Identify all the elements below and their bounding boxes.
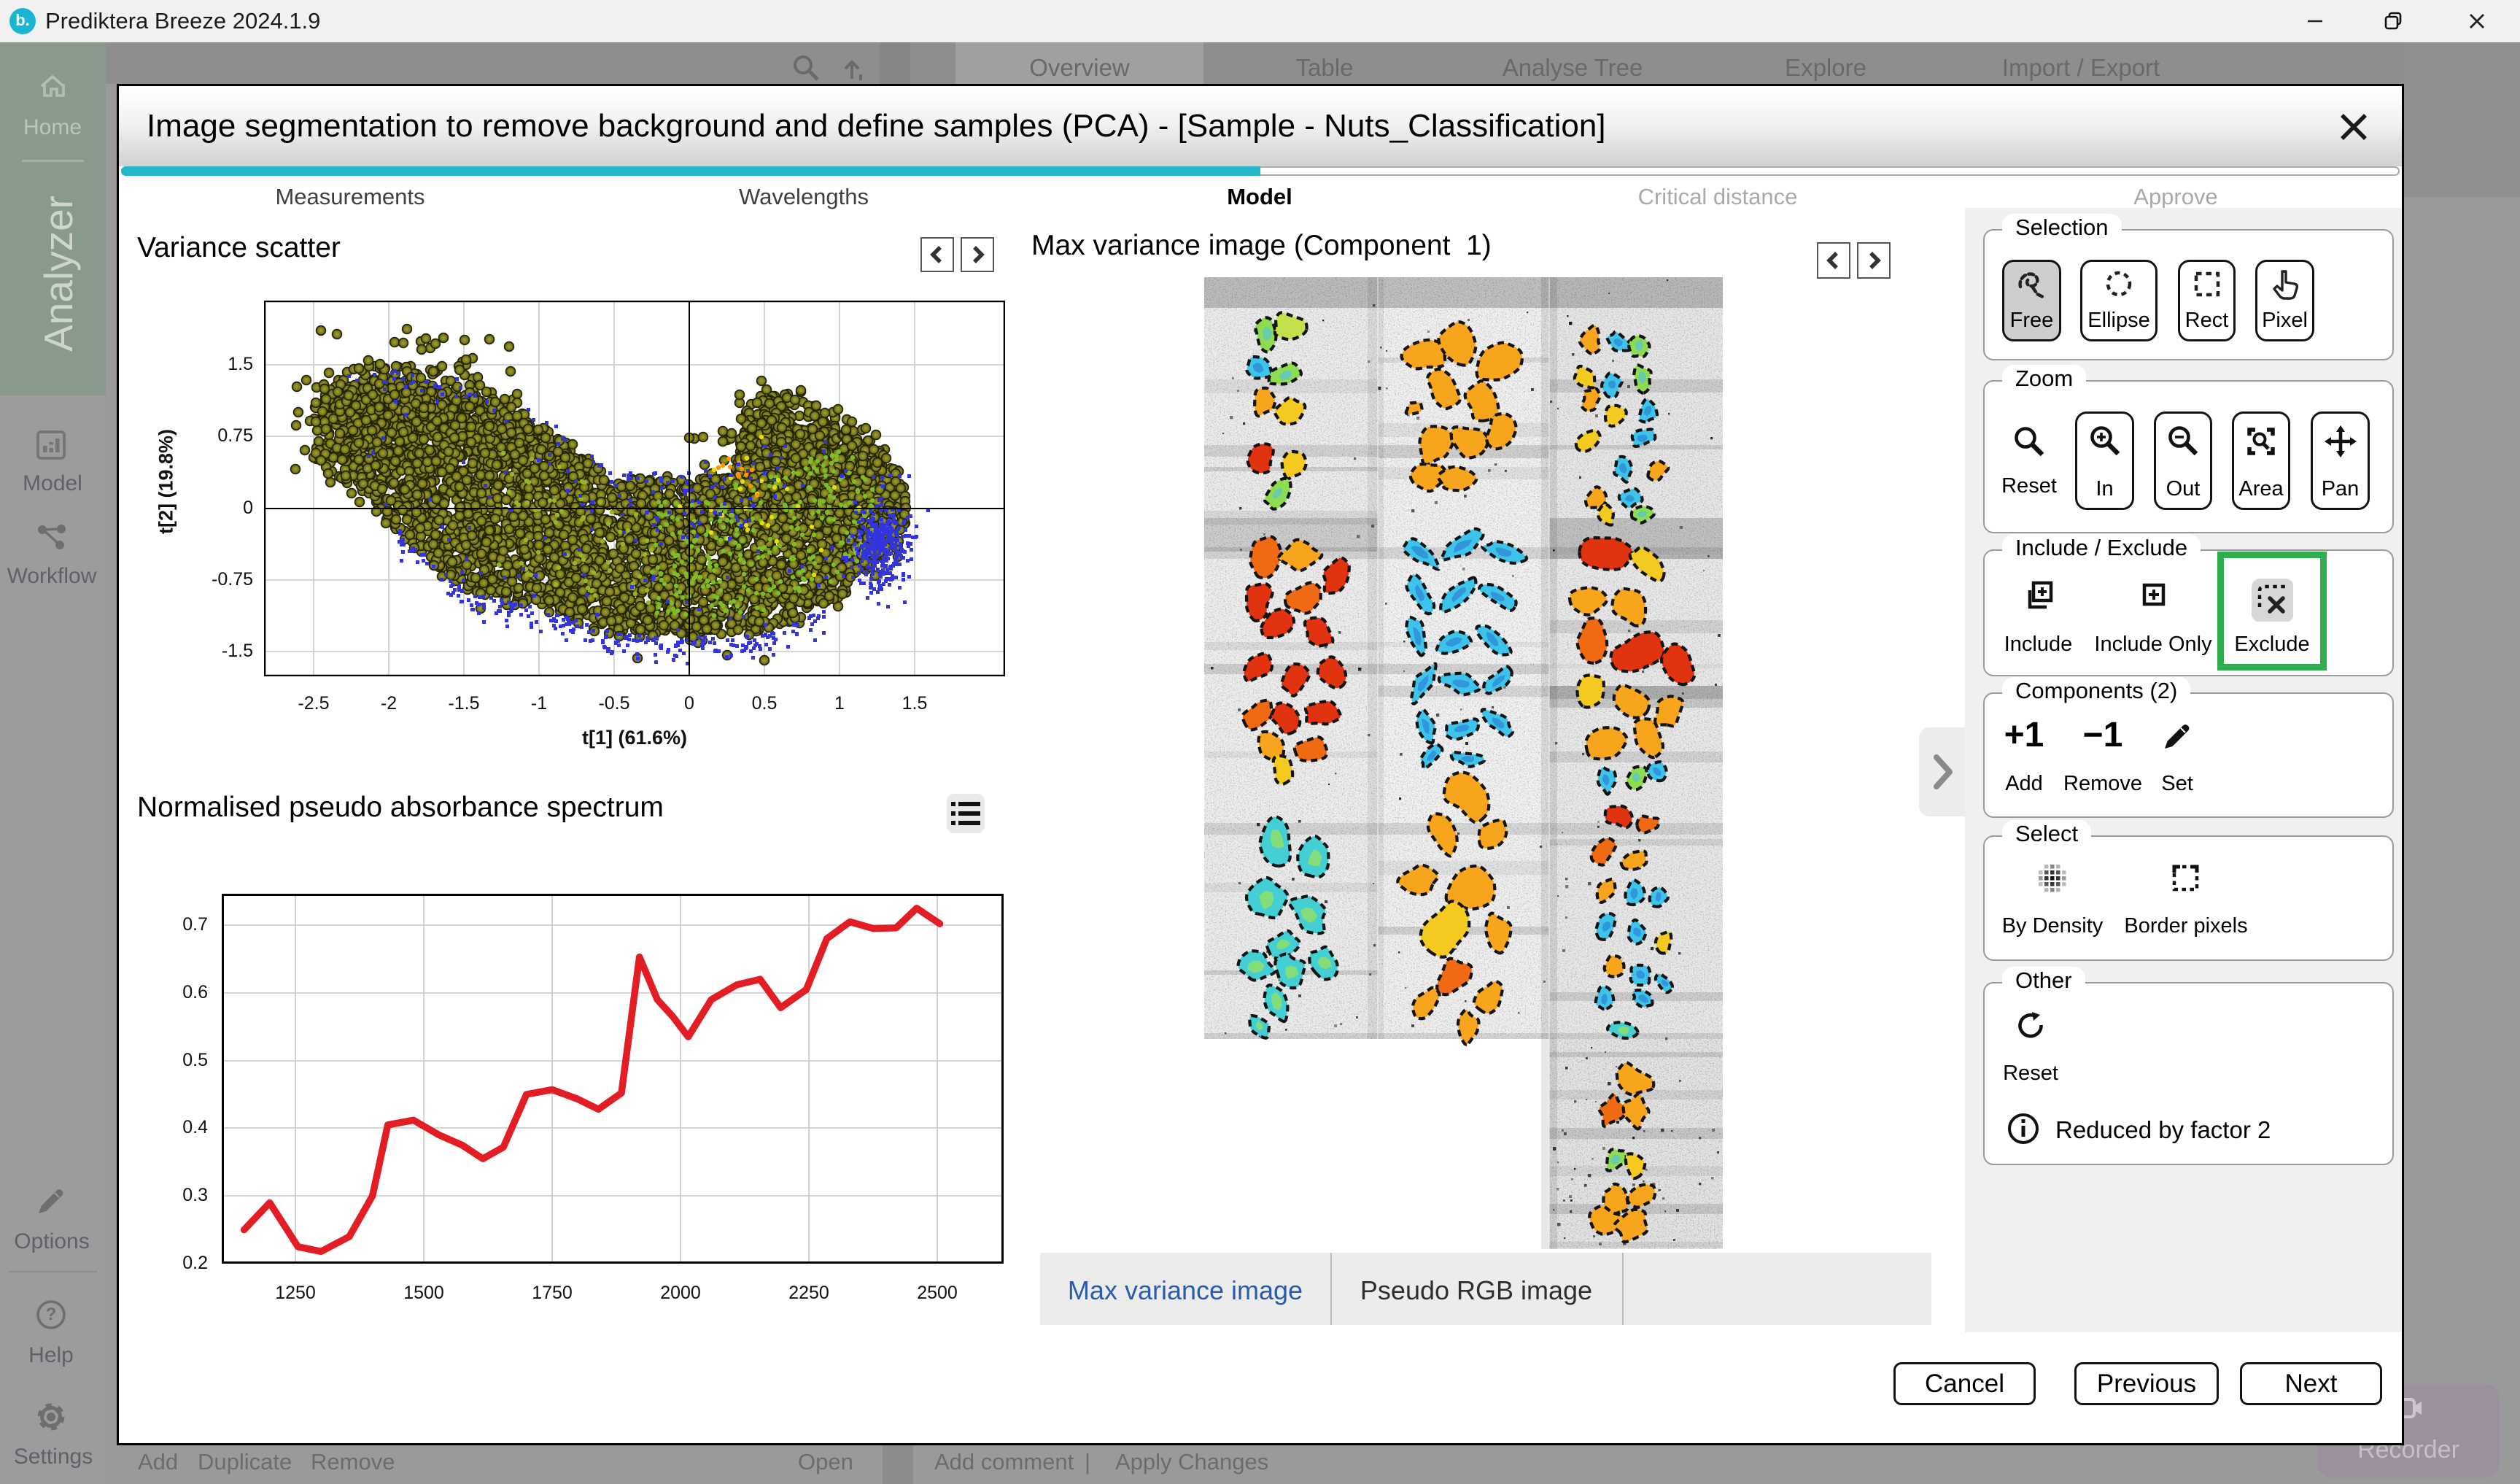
svg-text:?: ?: [46, 1305, 57, 1324]
